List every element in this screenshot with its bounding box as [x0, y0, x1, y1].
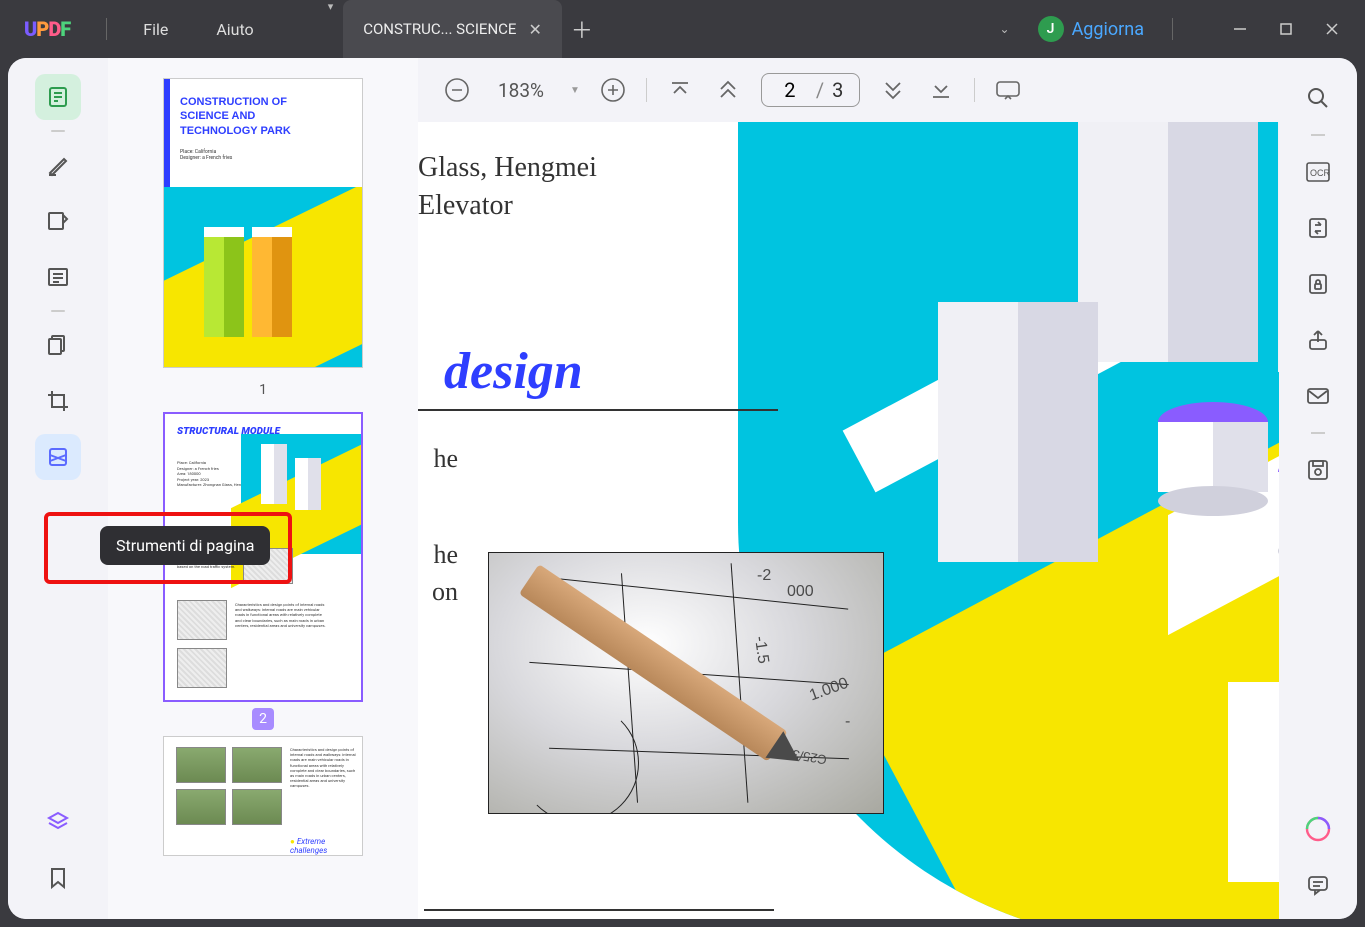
- doc-text-line: Glass, Hengmei: [418, 152, 778, 184]
- first-page-button[interactable]: [665, 75, 695, 105]
- page-canvas[interactable]: Glass, Hengmei Elevator xdesign he he on: [418, 122, 1279, 919]
- page-tools-button[interactable]: [35, 434, 81, 480]
- presentation-icon[interactable]: [993, 75, 1023, 105]
- next-page-button[interactable]: [878, 75, 908, 105]
- zoom-dropdown-icon[interactable]: ▼: [570, 85, 580, 96]
- divider: [1172, 18, 1173, 40]
- tab-dropdown-icon[interactable]: ▾: [318, 0, 344, 58]
- thumbnail-number-2: 2: [252, 708, 274, 730]
- page-input-box[interactable]: / 3: [761, 73, 861, 107]
- current-page-input[interactable]: [772, 78, 808, 102]
- titlebar: UPDF File Aiuto ▾ CONSTRUC... SCIENCE ✕ …: [0, 0, 1365, 58]
- svg-text:OCR: OCR: [1310, 168, 1331, 178]
- comment-icon[interactable]: [1298, 865, 1338, 905]
- thumbnail-page-1[interactable]: CONSTRUCTION OF SCIENCE AND TECHNOLOGY P…: [163, 78, 363, 368]
- separator: [1311, 134, 1325, 136]
- tab-title: CONSTRUC... SCIENCE: [363, 20, 516, 38]
- ai-icon[interactable]: [1298, 809, 1338, 849]
- app-logo: UPDF: [0, 17, 94, 41]
- right-toolbar: OCR: [1279, 58, 1357, 919]
- total-pages: 3: [832, 78, 849, 102]
- window-minimize-button[interactable]: [1217, 14, 1263, 44]
- avatar: J: [1038, 16, 1064, 42]
- upgrade-link[interactable]: Aggiorna: [1072, 19, 1144, 40]
- search-icon[interactable]: [1298, 78, 1338, 118]
- separator: [1311, 432, 1325, 434]
- close-icon[interactable]: ✕: [528, 20, 541, 39]
- separator: [51, 130, 65, 132]
- thumbnail-page-3[interactable]: Characteristics and design points of int…: [163, 736, 363, 856]
- main-view: 183% ▼ / 3: [418, 58, 1279, 919]
- crop-icon[interactable]: [35, 378, 81, 424]
- zoom-level: 183%: [490, 79, 552, 102]
- window-close-button[interactable]: [1309, 14, 1355, 44]
- tooltip-page-tools: Strumenti di pagina: [100, 526, 270, 565]
- convert-icon[interactable]: [1298, 208, 1338, 248]
- email-icon[interactable]: [1298, 376, 1338, 416]
- separator: [646, 78, 647, 102]
- pages-icon[interactable]: [35, 322, 81, 368]
- doc-heading: xdesign: [418, 342, 778, 401]
- highlighter-icon[interactable]: [35, 142, 81, 188]
- thumbnail-number-1: 1: [259, 374, 267, 406]
- doc-paragraph: he: [418, 441, 458, 477]
- document-tab[interactable]: CONSTRUC... SCIENCE ✕: [343, 0, 562, 58]
- thumbnails-panel: CONSTRUCTION OF SCIENCE AND TECHNOLOGY P…: [108, 58, 418, 919]
- last-page-button[interactable]: [926, 75, 956, 105]
- ocr-icon[interactable]: OCR: [1298, 152, 1338, 192]
- save-icon[interactable]: [1298, 450, 1338, 490]
- window-maximize-button[interactable]: [1263, 14, 1309, 44]
- protect-icon[interactable]: [1298, 264, 1338, 304]
- top-toolbar: 183% ▼ / 3: [418, 58, 1279, 122]
- left-toolbar: [8, 58, 108, 919]
- reader-icon[interactable]: [35, 254, 81, 300]
- separator: [51, 310, 65, 312]
- doc-paragraph: he on: [418, 537, 458, 610]
- prev-page-button[interactable]: [713, 75, 743, 105]
- zoom-in-button[interactable]: [598, 75, 628, 105]
- separator: [974, 78, 975, 102]
- bookmark-icon[interactable]: [35, 855, 81, 901]
- embedded-image: -2 000 -1.5 1.000 C25/30 -: [488, 552, 884, 814]
- thumbnails-panel-button[interactable]: [35, 74, 81, 120]
- share-icon[interactable]: [1298, 320, 1338, 360]
- doc-text-line: Elevator: [418, 190, 778, 222]
- menu-file[interactable]: File: [119, 20, 192, 39]
- chevron-down-icon[interactable]: ⌄: [1000, 22, 1030, 36]
- menu-help[interactable]: Aiuto: [192, 20, 277, 39]
- tab-add-button[interactable]: ＋: [562, 0, 602, 58]
- thumb1-meta: Place: CaliforniaDesigner: a French frie…: [180, 149, 232, 161]
- edit-text-icon[interactable]: [35, 198, 81, 244]
- layers-icon[interactable]: [35, 799, 81, 845]
- account-area[interactable]: J Aggiorna: [1038, 16, 1144, 42]
- zoom-out-button[interactable]: [442, 75, 472, 105]
- thumb1-title: CONSTRUCTION OF SCIENCE AND TECHNOLOGY P…: [180, 95, 330, 138]
- divider: [106, 18, 107, 40]
